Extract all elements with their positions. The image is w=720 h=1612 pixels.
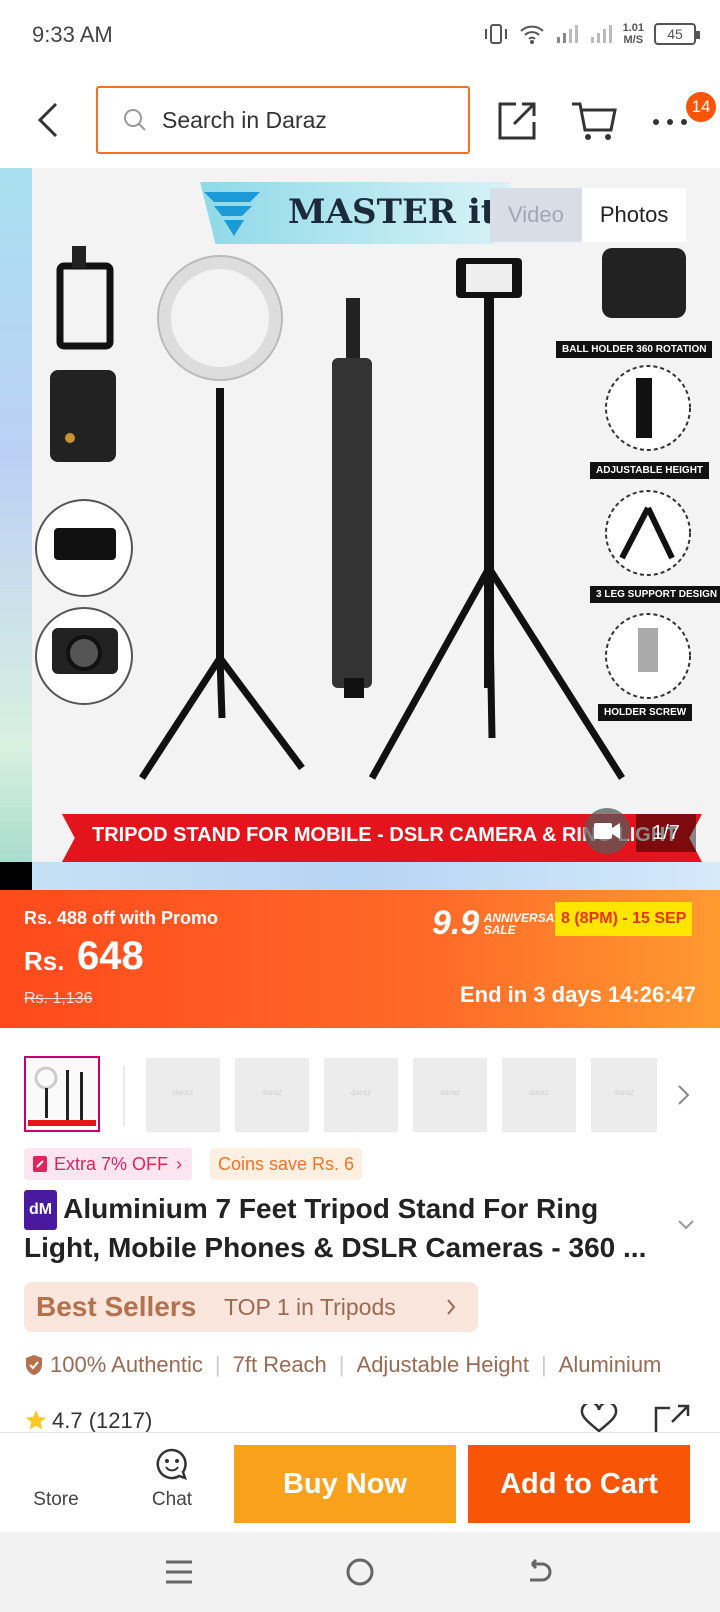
signal-icon — [556, 25, 578, 43]
status-bar: 9:33 AM 1.01 M/S 45 — [0, 0, 720, 72]
thumbnail[interactable]: daraz — [324, 1058, 398, 1132]
signal-icon-2 — [590, 25, 612, 43]
product-image-gallery[interactable]: MASTER it Video Photos BALL HOLDER 360 R… — [0, 168, 720, 890]
best-sellers-banner[interactable]: Best Sellers TOP 1 in Tripods — [24, 1282, 478, 1332]
cart-icon[interactable] — [570, 96, 618, 144]
rating-score: 4.7 — [52, 1408, 83, 1433]
voucher-icon — [33, 1156, 47, 1172]
chevron-right-icon — [447, 1299, 456, 1315]
brand-logo: MASTER it — [200, 182, 510, 244]
video-camera-icon — [594, 823, 620, 839]
promo-discount-text: Rs. 488 off with Promo — [24, 908, 219, 928]
play-video-button[interactable] — [584, 808, 630, 854]
feature-label-adjustable-height: ADJUSTABLE HEIGHT — [590, 462, 710, 479]
search-icon — [124, 109, 146, 131]
brand-tiger-icon — [204, 192, 260, 236]
cart-count-badge: 14 — [686, 92, 716, 122]
chat-button[interactable]: Chat — [142, 1447, 202, 1511]
feature-highlights: 100% Authentic | 7ft Reach | Adjustable Heig… — [24, 1352, 700, 1386]
campaign-dates: 8 (8PM) - 15 SEP — [555, 902, 693, 936]
current-price: 648 — [77, 934, 144, 978]
thumbnail-strip: daraz daraz daraz daraz daraz daraz — [0, 1056, 720, 1132]
original-price: Rs. 1,136 — [24, 990, 93, 1007]
share-icon[interactable] — [494, 96, 542, 144]
chevron-right-icon[interactable] — [676, 1082, 692, 1108]
tab-video[interactable]: Video — [490, 188, 582, 242]
thumbnail[interactable]: daraz — [591, 1058, 657, 1132]
add-to-cart-button[interactable]: Add to Cart — [468, 1445, 690, 1523]
dm-badge: dM — [24, 1190, 58, 1230]
thumbnail[interactable]: daraz — [235, 1058, 309, 1132]
vibrate-icon — [484, 24, 507, 44]
feature-label-3-leg: 3 LEG SUPPORT DESIGN — [590, 586, 720, 603]
campaign-logo: 9.9 ANNIVERSARY SALE — [432, 904, 571, 942]
image-counter: 1/7 — [636, 814, 696, 852]
status-time: 9:33 AM — [32, 22, 113, 47]
top-header: 14 — [0, 72, 720, 168]
gallery-edge-left — [0, 168, 32, 890]
feature-label-holder-screw: HOLDER SCREW — [598, 704, 693, 721]
best-sellers-label: Best Sellers — [36, 1291, 197, 1322]
home-icon[interactable] — [344, 1556, 376, 1588]
gallery-corner — [0, 862, 32, 890]
chevron-right-icon: › — [176, 1154, 183, 1174]
thumbnail[interactable]: daraz — [413, 1058, 487, 1132]
rating-count: (1217) — [88, 1408, 153, 1433]
heart-icon[interactable] — [580, 1404, 618, 1432]
extra-off-tag[interactable]: Extra 7% OFF › — [24, 1148, 193, 1180]
best-sellers-rank: TOP 1 in Tripods — [224, 1294, 396, 1320]
search-box[interactable] — [96, 86, 470, 154]
chevron-down-icon[interactable] — [676, 1218, 696, 1232]
thumbnail-selected[interactable] — [24, 1056, 100, 1132]
star-icon — [26, 1410, 46, 1430]
coins-tag[interactable]: Coins save Rs. 6 — [210, 1148, 363, 1180]
thumbnail-image — [28, 1066, 96, 1126]
thumbnail-divider — [123, 1066, 125, 1126]
network-speed: 1.01 M/S — [622, 22, 644, 46]
media-tabs: Video Photos — [490, 188, 687, 242]
countdown-timer: End in 3 days 14:26:47 — [460, 982, 696, 1007]
tab-photos[interactable]: Photos — [581, 188, 687, 242]
store-button[interactable]: Store — [28, 1489, 84, 1511]
buy-now-button[interactable]: Buy Now — [234, 1445, 456, 1523]
system-navigation-bar — [0, 1532, 720, 1612]
thumbnail[interactable]: daraz — [146, 1058, 220, 1132]
wifi-icon — [519, 25, 544, 44]
feature-item: 7ft Reach — [232, 1352, 327, 1377]
bottom-action-bar: Store Chat Buy Now Add to Cart — [0, 1432, 720, 1532]
product-title: dM Aluminium 7 Feet Tripod Stand For Ring… — [24, 1190, 674, 1266]
feature-label-ball-holder: BALL HOLDER 360 ROTATION — [556, 341, 713, 358]
battery-icon: 45 — [654, 23, 700, 45]
price-currency: Rs. — [24, 946, 65, 976]
status-icons: 1.01 M/S 45 — [483, 22, 700, 46]
menu-icon[interactable] — [164, 1558, 194, 1586]
back-nav-icon[interactable] — [524, 1558, 554, 1586]
promo-price-band: Rs. 488 off with Promo Rs. 648 Rs. 1,136… — [0, 890, 720, 1028]
back-icon[interactable] — [28, 98, 68, 142]
thumbnail[interactable]: daraz — [502, 1058, 576, 1132]
share-icon-small[interactable] — [652, 1404, 692, 1432]
product-illustration — [35, 246, 691, 780]
feature-item: Adjustable Height — [356, 1352, 529, 1377]
gallery-edge-bottom — [0, 862, 720, 890]
feature-item: Aluminium — [558, 1352, 662, 1377]
search-input[interactable] — [162, 106, 442, 134]
shield-check-icon — [26, 1355, 42, 1375]
chat-icon — [156, 1448, 187, 1480]
feature-item: 100% Authentic — [50, 1352, 203, 1377]
rating-row[interactable]: 4.7 (1217) — [24, 1408, 152, 1434]
